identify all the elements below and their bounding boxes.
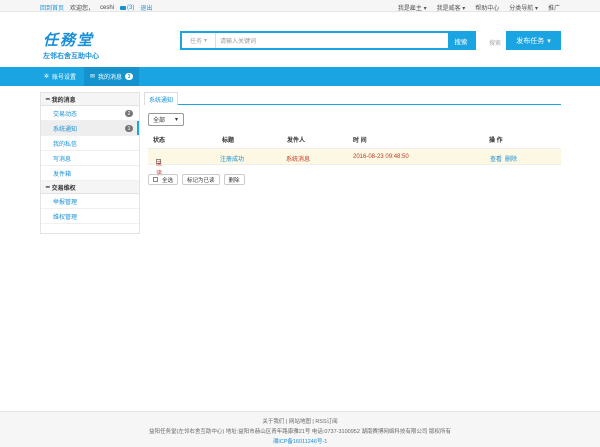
- delete-link[interactable]: 删除: [505, 154, 517, 163]
- sidebar-item-trade-updates[interactable]: 交易动态 2: [41, 106, 139, 121]
- search-type-select[interactable]: 任务 ▾: [182, 33, 216, 48]
- tab-system-notices[interactable]: 系统通知: [144, 92, 179, 105]
- messages-badge: 3: [125, 73, 134, 80]
- sidebar-item-private-messages[interactable]: 我的私信: [41, 136, 139, 151]
- menu-promote[interactable]: 推广: [548, 3, 560, 12]
- row-time: 2016-08-23 09:48:50: [353, 154, 409, 160]
- logo-script: 任務堂: [43, 31, 95, 49]
- sidebar-group-title: 交易维权: [51, 185, 76, 192]
- sidebar: ━ 我的消息 交易动态 2 系统通知 1 我的私信 写消息 发件箱 ━ 交易维权…: [40, 92, 140, 234]
- minus-icon: ━: [46, 184, 50, 191]
- publish-label: 发布任务: [516, 37, 545, 45]
- mark-read-button[interactable]: 标记为已读: [182, 174, 220, 185]
- envelope-icon: [120, 5, 127, 10]
- main-nav: ✲ 账号设置 ✉ 我的消息 3: [0, 67, 600, 86]
- home-link[interactable]: 回到首页: [40, 3, 64, 12]
- sidebar-item-label: 发件箱: [53, 171, 72, 178]
- row-sender: 系统消息: [286, 157, 311, 163]
- sidebar-item-report-management[interactable]: 举报管理: [41, 194, 139, 209]
- logout-link[interactable]: 退出: [140, 3, 152, 12]
- sidebar-item-system-notices[interactable]: 系统通知 1: [41, 121, 139, 136]
- col-sender: 发件人: [287, 138, 306, 144]
- messages-link[interactable]: (3): [120, 5, 134, 11]
- minus-icon: ━: [46, 96, 50, 103]
- publish-task-button[interactable]: 发布任务 ▾: [506, 31, 561, 50]
- gear-icon: ✲: [44, 74, 50, 80]
- footer-links[interactable]: 关于我们 | 网站地图 | RSS订阅: [0, 417, 600, 425]
- chevron-down-icon: ▾: [175, 117, 179, 123]
- welcome-text: 欢迎您，: [70, 6, 95, 12]
- col-time: 时 间: [353, 138, 367, 144]
- envelope-icon: ✉: [90, 74, 96, 80]
- select-all-label: 全选: [162, 177, 174, 184]
- view-link[interactable]: 查看: [490, 154, 502, 163]
- active-indicator: [137, 121, 139, 135]
- sidebar-item-outbox[interactable]: 发件箱: [41, 166, 139, 181]
- table-header: 状态 标题 发件人 时 间 操 作: [148, 135, 561, 144]
- row-title-link[interactable]: 注册成功: [220, 154, 244, 163]
- chevron-down-icon: ▾: [204, 38, 208, 44]
- checkbox-icon: [153, 177, 158, 182]
- sidebar-item-label: 维权管理: [53, 214, 78, 221]
- menu-employer[interactable]: 我是雇主 ▾: [398, 3, 427, 12]
- footer-copyright: 益阳任务堂(左邻右舍互助中心) 地址:益阳市赫山区青年路康雅21号 电话:073…: [149, 429, 451, 435]
- site-logo[interactable]: 任務堂 左邻右舍互助中心: [43, 29, 113, 60]
- table-row[interactable]: 未读 注册成功 系统消息 2016-08-23 09:48:50 查看 删除: [148, 148, 561, 177]
- search-bar: 任务 ▾ 请输入关键词 搜索: [180, 31, 476, 50]
- logo-tagline: 左邻右舍互助中心: [43, 53, 99, 60]
- sidebar-item-label: 交易动态: [53, 111, 78, 118]
- nav-my-messages[interactable]: ✉ 我的消息 3: [84, 67, 140, 86]
- chevron-down-icon: ▾: [547, 37, 551, 45]
- sidebar-item-label: 举报管理: [53, 199, 78, 206]
- menu-category[interactable]: 分类导航 ▾: [509, 3, 538, 12]
- messages-count: (3): [127, 4, 135, 11]
- sidebar-item-label: 系统通知: [53, 126, 78, 133]
- count-badge: 2: [125, 110, 133, 117]
- footer-icp-link[interactable]: 湘ICP备16011246号-1: [0, 437, 600, 445]
- col-status: 状态: [153, 138, 166, 144]
- main-content: 系统通知 全部 ▾ 状态 标题 发件人 时 间 操 作 未读 注册成功 系统消息…: [144, 92, 561, 192]
- search-hint: 搜索: [489, 41, 502, 47]
- sidebar-item-label: 我的私信: [53, 141, 78, 148]
- search-input[interactable]: 请输入关键词: [216, 36, 448, 45]
- col-title: 标题: [222, 138, 235, 144]
- select-all-button[interactable]: 全选: [148, 174, 179, 185]
- bulk-actions: 全选 标记为已读 删除: [148, 174, 245, 185]
- sidebar-item-rights-management[interactable]: 维权管理: [41, 209, 139, 224]
- top-bar: 回到首页 欢迎您， ceshi (3) 退出 我是雇主 ▾ 我是威客 ▾ 帮助中…: [0, 0, 600, 12]
- search-button[interactable]: 搜索: [448, 33, 474, 48]
- footer: 关于我们 | 网站地图 | RSS订阅 益阳任务堂(左邻右舍互助中心) 地址:益…: [0, 411, 600, 447]
- col-ops: 操 作: [489, 138, 503, 144]
- sidebar-group-title: 我的消息: [51, 97, 76, 104]
- sidebar-item-label: 写消息: [53, 156, 72, 163]
- nav-account-settings[interactable]: ✲ 账号设置: [44, 67, 76, 86]
- count-badge: 1: [125, 125, 133, 132]
- delete-button[interactable]: 删除: [223, 174, 245, 185]
- sidebar-group-rights[interactable]: ━ 交易维权: [41, 181, 139, 194]
- status-filter-select[interactable]: 全部 ▾: [148, 113, 184, 126]
- menu-help[interactable]: 帮助中心: [475, 3, 499, 12]
- search-type-label: 任务: [189, 39, 202, 45]
- username[interactable]: ceshi: [100, 5, 114, 11]
- tab-bar: 系统通知: [144, 92, 561, 105]
- sidebar-item-write-message[interactable]: 写消息: [41, 151, 139, 166]
- nav-messages-label: 我的消息: [98, 75, 123, 81]
- menu-witkey[interactable]: 我是威客 ▾: [437, 3, 466, 12]
- nav-account-label: 账号设置: [52, 75, 77, 81]
- sidebar-group-messages[interactable]: ━ 我的消息: [41, 93, 139, 106]
- filter-value: 全部: [153, 118, 166, 124]
